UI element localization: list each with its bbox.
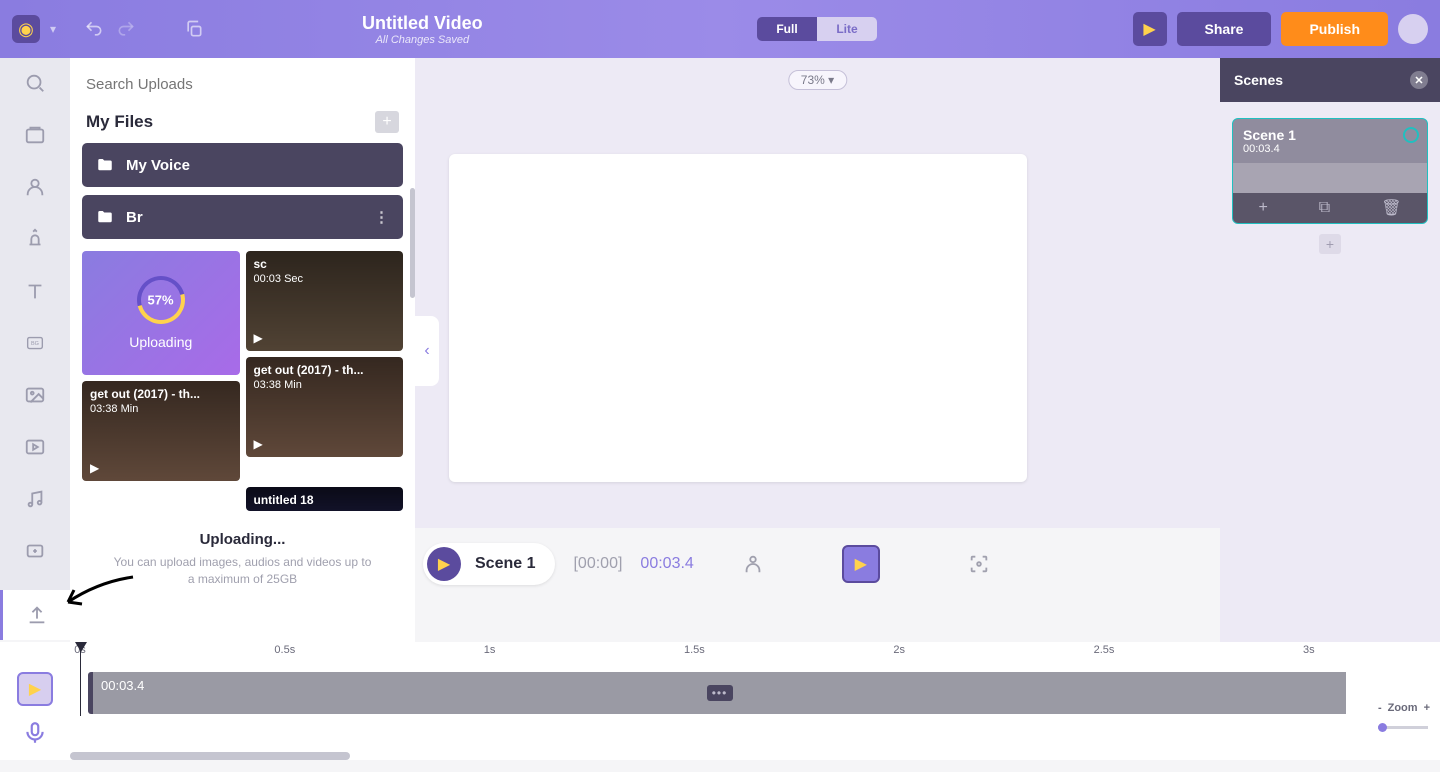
scene-thumbnail (1233, 163, 1427, 193)
media-tile[interactable]: get out (2017) - th... 03:38 Min ▶ (246, 357, 404, 457)
collapse-panel-icon[interactable]: ‹ (415, 316, 439, 386)
close-scenes-icon[interactable]: ✕ (1410, 71, 1428, 89)
timeline-clip[interactable]: 00:03.4 ••• (88, 672, 1350, 714)
media-tile[interactable]: untitled 18 (246, 487, 404, 511)
duplicate-icon[interactable] (184, 19, 204, 39)
upload-status: Uploading... (70, 523, 415, 554)
upload-hint: You can upload images, audios and videos… (70, 554, 415, 600)
mode-full-tab[interactable]: Full (757, 17, 817, 41)
people-icon[interactable] (22, 174, 48, 200)
video-title[interactable]: Untitled Video (362, 13, 483, 34)
delete-scene-icon[interactable]: 🗑 (1381, 198, 1401, 218)
add-scene-button[interactable]: + (1319, 234, 1341, 254)
uploading-label: Uploading (129, 334, 192, 350)
horizontal-scrollbar[interactable] (70, 752, 350, 760)
zoom-in-button[interactable]: + (1424, 702, 1430, 714)
tile-title: untitled 18 (254, 493, 396, 507)
media-tile[interactable]: get out (2017) - th... 03:38 Min ▶ (82, 381, 240, 481)
preview-play-button[interactable]: ▶ (1133, 12, 1167, 46)
upload-percent: 57% (148, 293, 174, 308)
effects-icon[interactable] (22, 538, 48, 564)
media-tile[interactable]: sc 00:03 Sec ▶ (246, 251, 404, 351)
person-icon[interactable] (742, 553, 764, 575)
save-status: All Changes Saved (362, 34, 483, 46)
time-end: 00:03.4 (640, 555, 693, 573)
scene-card[interactable]: Scene 1 00:03.4 + ⧉ 🗑 (1232, 118, 1428, 224)
folder-icon (96, 208, 114, 226)
add-scene-icon[interactable]: + (1258, 199, 1267, 217)
focus-icon[interactable] (968, 553, 990, 575)
user-avatar[interactable] (1398, 14, 1428, 44)
search-icon[interactable] (22, 70, 48, 96)
time-start: [00:00] (573, 555, 622, 573)
canvas[interactable] (449, 154, 1027, 482)
timeline-ruler: 0s 0.5s 1s 1.5s 2s 2.5s 3s (80, 644, 1360, 664)
folder-item[interactable]: My Voice (82, 143, 403, 187)
bg-icon[interactable]: BG (22, 330, 48, 356)
uploading-tile: 57% Uploading (82, 251, 240, 375)
folder-icon (96, 156, 114, 174)
duplicate-scene-icon[interactable]: ⧉ (1319, 199, 1330, 217)
zoom-dropdown[interactable]: 73% ▾ (788, 70, 847, 90)
share-button[interactable]: Share (1177, 12, 1272, 46)
tile-duration: 03:38 Min (90, 403, 138, 415)
my-files-heading: My Files (86, 112, 153, 132)
zoom-out-button[interactable]: - (1378, 702, 1382, 714)
upload-icon[interactable] (0, 590, 70, 640)
scene-active-indicator (1403, 127, 1419, 143)
redo-icon[interactable] (116, 19, 136, 39)
text-icon[interactable] (22, 278, 48, 304)
play-icon[interactable]: ▶ (90, 461, 99, 475)
undo-icon[interactable] (84, 19, 104, 39)
svg-text:BG: BG (31, 341, 39, 347)
scene-name: Scene 1 (1243, 127, 1417, 143)
play-icon[interactable]: ▶ (254, 331, 263, 345)
scenes-heading: Scenes (1234, 72, 1283, 88)
folder-more-icon[interactable]: ⋮ (374, 208, 389, 226)
app-logo[interactable]: ◉ (12, 15, 40, 43)
clip-icon[interactable]: ▶ (842, 545, 880, 583)
tile-title: get out (2017) - th... (90, 387, 232, 401)
image-icon[interactable] (22, 382, 48, 408)
mode-lite-tab[interactable]: Lite (817, 17, 877, 41)
timeline-clip-icon[interactable]: ▶ (17, 672, 53, 706)
clip-duration: 00:03.4 (101, 678, 144, 693)
folder-item[interactable]: Br ⋮ (82, 195, 403, 239)
zoom-slider[interactable] (1378, 726, 1428, 729)
logo-dropdown-icon[interactable]: ▾ (50, 22, 56, 36)
playhead[interactable] (80, 642, 81, 716)
video-icon[interactable] (22, 434, 48, 460)
tile-title: sc (254, 257, 396, 271)
tile-title: get out (2017) - th... (254, 363, 396, 377)
tile-duration: 00:03 Sec (254, 273, 304, 285)
tile-duration: 03:38 Min (254, 379, 302, 391)
publish-button[interactable]: Publish (1281, 12, 1388, 46)
zoom-label: Zoom (1388, 702, 1418, 714)
folder-name: Br (126, 209, 143, 226)
music-icon[interactable] (22, 486, 48, 512)
templates-icon[interactable] (22, 122, 48, 148)
mic-icon[interactable] (22, 720, 48, 746)
add-folder-button[interactable]: + (375, 111, 399, 133)
play-button[interactable]: ▶ (427, 547, 461, 581)
clip-options-icon[interactable]: ••• (707, 685, 733, 701)
scene-time: 00:03.4 (1243, 143, 1417, 155)
props-icon[interactable] (22, 226, 48, 252)
folder-name: My Voice (126, 157, 190, 174)
current-scene-label: Scene 1 (475, 555, 535, 573)
play-icon[interactable]: ▶ (254, 437, 263, 451)
search-uploads-input[interactable] (86, 76, 399, 93)
